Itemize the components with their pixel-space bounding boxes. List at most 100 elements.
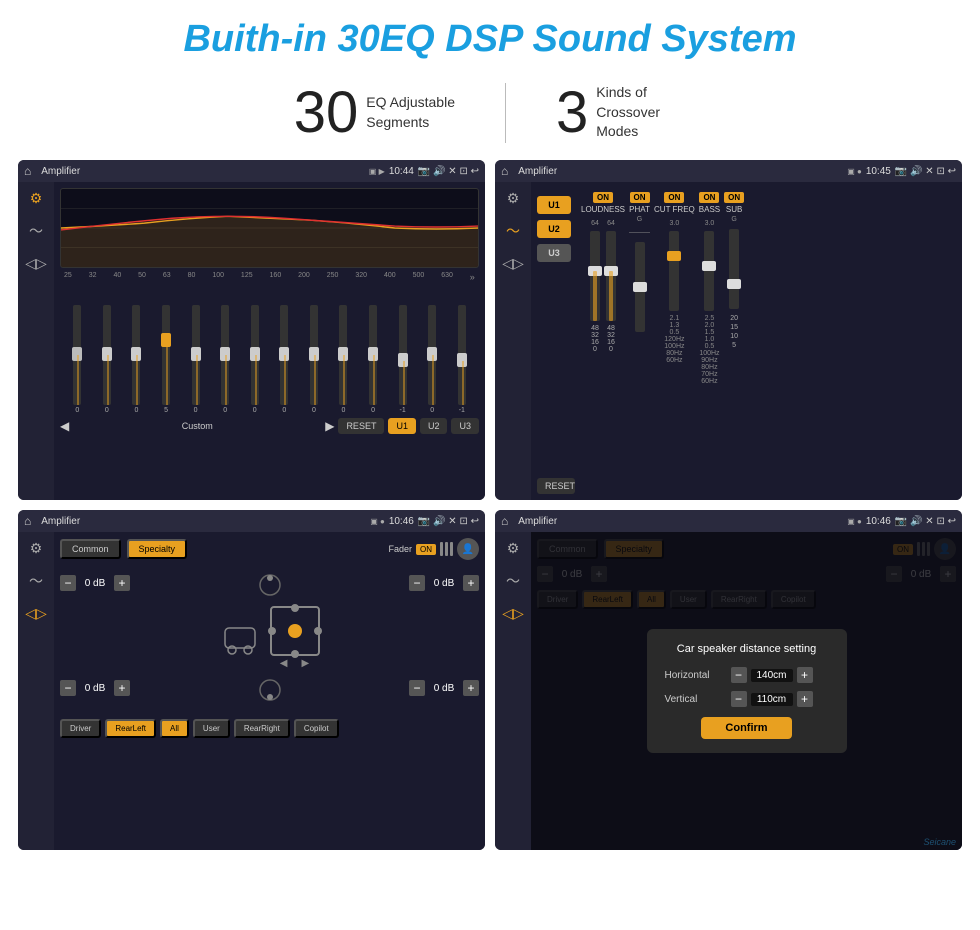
horizontal-minus[interactable]: − [731,667,747,683]
crossover-eq-icon[interactable]: ⚙ [507,190,520,207]
eq-icons: ▣ ▶ [369,167,385,176]
vol-tl-plus[interactable]: + [114,575,130,591]
amp-sidebar: ⚙ 〜 ◁▷ [18,532,54,850]
crossover-wave-icon[interactable]: 〜 [506,221,520,241]
amp-tab-specialty[interactable]: Specialty [127,539,188,559]
dialog-confirm-row: Confirm [665,717,829,739]
amp-tab-common[interactable]: Common [60,539,121,559]
vol-tr-plus[interactable]: + [463,575,479,591]
dist-home-icon[interactable]: ⌂ [501,514,508,528]
vol-bl-plus[interactable]: + [114,680,130,696]
vol-tl-val: 0 dB [80,578,110,589]
screens-grid: ⌂ Amplifier ▣ ▶ 10:44 📷 🔊 ✕ ⊡ ↩ ⚙ 〜 ◁▷ [0,160,980,850]
eq-sliders: 0 0 0 5 0 [60,284,479,414]
distance-dialog: Car speaker distance setting Horizontal … [647,629,847,753]
sidebar-speaker-icon[interactable]: ◁▷ [25,255,47,272]
eq-slider-4: 0 [182,305,209,414]
all-btn[interactable]: All [160,719,189,738]
profile-icon[interactable]: 👤 [457,538,479,560]
vol-br-val: 0 dB [429,683,459,694]
eq-main: 2532405063 80100125160200 25032040050063… [54,182,485,500]
eq-toolbar-icons: 📷 🔊 ✕ ⊡ ↩ [418,166,479,177]
eq-prev-arrow[interactable]: ◀ [60,419,69,433]
phat-on[interactable]: ON [630,192,650,203]
bass-on[interactable]: ON [699,192,719,203]
preset-u2-btn[interactable]: U2 [537,220,571,238]
dist-speaker-icon[interactable]: ◁▷ [502,605,524,622]
dist-main: Common Specialty ON 👤 − 0 dB + [531,532,962,850]
dist-sidebar: ⚙ 〜 ◁▷ [495,532,531,850]
eq-slider-12: 0 [419,305,446,414]
eq-topbar: ⌂ Amplifier ▣ ▶ 10:44 📷 🔊 ✕ ⊡ ↩ [18,160,485,182]
dist-wave-icon[interactable]: 〜 [506,571,520,591]
amp-toolbar-icons: 📷 🔊 ✕ ⊡ ↩ [418,516,479,527]
dist-eq-icon[interactable]: ⚙ [507,540,520,557]
eq-slider-8: 0 [301,305,328,414]
eq-slider-0: 0 [64,305,91,414]
stat-crossover-text: Kinds ofCrossover Modes [596,83,686,142]
horizontal-control: − 140cm + [731,667,813,683]
amplifier-screen: ⌂ Amplifier ▣ ● 10:46 📷 🔊 ✕ ⊡ ↩ ⚙ 〜 ◁▷ C… [18,510,485,850]
horizontal-value: 140cm [751,669,793,682]
vol-bl-minus[interactable]: − [60,680,76,696]
stat-eq: 30 EQ AdjustableSegments [244,79,505,146]
amp-speaker-icon[interactable]: ◁▷ [25,605,47,622]
eq-reset-btn[interactable]: RESET [338,418,384,434]
vol-top-right: − 0 dB + [409,570,479,596]
vol-tl-minus[interactable]: − [60,575,76,591]
cutfreq-channel: ON CUT FREQ 3.0 2.1 1.3 [654,192,695,364]
rearleft-btn[interactable]: RearLeft [105,719,156,738]
horizontal-plus[interactable]: + [797,667,813,683]
rearright-btn[interactable]: RearRight [234,719,290,738]
vertical-plus[interactable]: + [797,691,813,707]
crossover-body: ⚙ 〜 ◁▷ U1 U2 U3 RESET ON L [495,182,962,500]
sub-on[interactable]: ON [724,192,744,203]
crossover-time: 10:45 [866,166,891,177]
preset-u3-btn[interactable]: U3 [537,244,571,262]
amp-main: Common Specialty Fader ON 👤 [54,532,485,850]
dist-time: 10:46 [866,516,891,527]
eq-u3-btn[interactable]: U3 [451,418,479,434]
vol-br-minus[interactable]: − [409,680,425,696]
amp-time: 10:46 [389,516,414,527]
crossover-reset-btn[interactable]: RESET [537,478,575,494]
eq-freq-labels: 2532405063 80100125160200 25032040050063… [60,272,479,282]
crossover-home-icon[interactable]: ⌂ [501,164,508,178]
fader-on-badge[interactable]: ON [416,544,436,555]
vol-top-left: − 0 dB + [60,570,130,596]
dist-rec-icons: ▣ ● [847,517,862,526]
loudness-on[interactable]: ON [593,192,613,203]
sidebar-wave-icon[interactable]: 〜 [29,221,43,241]
user-btn[interactable]: User [193,719,230,738]
home-icon[interactable]: ⌂ [24,164,31,178]
sidebar-eq-icon[interactable]: ⚙ [30,190,43,207]
cutfreq-on[interactable]: ON [664,192,684,203]
amp-wave-icon[interactable]: 〜 [29,571,43,591]
eq-next-arrow[interactable]: ▶ [325,419,334,433]
eq-slider-3: 5 [153,305,180,414]
preset-u1-btn[interactable]: U1 [537,196,571,214]
vertical-minus[interactable]: − [731,691,747,707]
stats-row: 30 EQ AdjustableSegments 3 Kinds ofCross… [0,71,980,160]
eq-left-sidebar: ⚙ 〜 ◁▷ [18,182,54,500]
dialog-overlay: Car speaker distance setting Horizontal … [531,532,962,850]
vol-br-plus[interactable]: + [463,680,479,696]
eq-bottom-bar: ◀ Custom ▶ RESET U1 U2 U3 [60,418,479,434]
eq-body: ⚙ 〜 ◁▷ [18,182,485,500]
vol-bottom-left: − 0 dB + [60,675,130,701]
confirm-button[interactable]: Confirm [701,717,791,739]
amp-home-icon[interactable]: ⌂ [24,514,31,528]
eq-slider-13: -1 [449,305,476,414]
copilot-btn[interactable]: Copilot [294,719,339,738]
eq-u1-btn[interactable]: U1 [388,418,416,434]
eq-slider-6: 0 [241,305,268,414]
eq-slider-1: 0 [94,305,121,414]
crossover-speaker-icon[interactable]: ◁▷ [502,255,524,272]
amp-eq-icon[interactable]: ⚙ [30,540,43,557]
vol-tr-minus[interactable]: − [409,575,425,591]
driver-btn[interactable]: Driver [60,719,101,738]
eq-u2-btn[interactable]: U2 [420,418,448,434]
crossover-topbar: ⌂ Amplifier ▣ ● 10:45 📷 🔊 ✕ ⊡ ↩ [495,160,962,182]
fader-label: Fader [388,544,412,554]
vertical-control: − 110cm + [731,691,813,707]
